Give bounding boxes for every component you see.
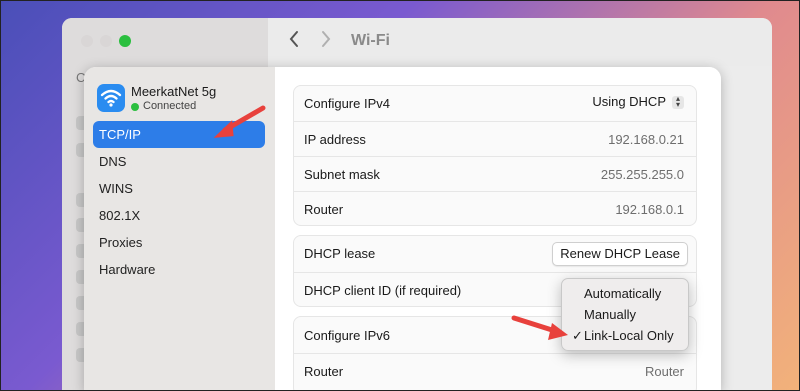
subnet-mask-value: 255.255.255.0	[600, 167, 684, 182]
configure-ipv4-value: Using DHCP	[592, 94, 666, 109]
network-status: Connected	[143, 100, 197, 112]
subnet-mask-label: Subnet mask	[304, 167, 380, 182]
ipv4-group: Configure IPv4 Using DHCP ▴ ▾ IP address 1…	[293, 85, 697, 226]
ipv6-router-row: Router Router	[294, 353, 696, 388]
connected-status-dot-icon	[131, 103, 139, 111]
annotation-arrow-icon	[511, 315, 568, 340]
minimize-window-button[interactable]	[100, 35, 112, 47]
chevron-left-icon	[289, 31, 298, 47]
menu-item-label: Link-Local Only	[584, 328, 674, 343]
wifi-icon	[97, 84, 125, 112]
router-row: Router 192.168.0.1	[294, 191, 696, 226]
sidebar-item-proxies[interactable]: Proxies	[93, 229, 265, 256]
renew-dhcp-lease-button[interactable]: Renew DHCP Lease	[552, 242, 688, 266]
sidebar-item-dns[interactable]: DNS	[93, 148, 265, 175]
maximize-window-button[interactable]	[119, 35, 131, 47]
window-title: Wi-Fi	[351, 32, 390, 49]
dhcp-lease-row: DHCP lease Renew DHCP Lease	[294, 236, 696, 271]
ip-address-value: 192.168.0.21	[608, 132, 684, 147]
network-name: MeerkatNet 5g	[131, 84, 217, 99]
sidebar-item-8021x[interactable]: 802.1X	[93, 202, 265, 229]
router-value: 192.168.0.1	[615, 202, 684, 217]
menu-item-label: Manually	[584, 307, 637, 322]
menu-item-label: Automatically	[584, 286, 662, 301]
configure-ipv4-select[interactable]: Using DHCP ▴ ▾	[592, 94, 684, 110]
window-toolbar	[268, 18, 772, 66]
configure-ipv6-menu: Automatically Manually ✓ Link-Local Only	[561, 278, 689, 351]
back-button[interactable]	[288, 30, 300, 54]
checkmark-icon: ✓	[572, 328, 583, 343]
subnet-mask-row: Subnet mask 255.255.255.0	[294, 156, 696, 191]
dhcp-client-id-label: DHCP client ID (if required)	[304, 283, 462, 298]
sidebar-item-hardware[interactable]: Hardware	[93, 256, 265, 283]
ip-address-label: IP address	[304, 132, 366, 147]
menu-item-link-local-only[interactable]: ✓ Link-Local Only	[562, 325, 688, 346]
chevron-right-icon	[322, 31, 331, 47]
ipv6-router-label: Router	[304, 364, 344, 379]
close-window-button[interactable]	[81, 35, 93, 47]
dhcp-lease-label: DHCP lease	[304, 246, 376, 261]
configure-ipv4-label: Configure IPv4	[304, 96, 390, 111]
updown-chevron-icon: ▴ ▾	[672, 95, 684, 110]
configure-ipv6-label: Configure IPv6	[304, 328, 390, 343]
ipv6-router-value: Router	[644, 364, 684, 379]
sidebar-item-wins[interactable]: WINS	[93, 175, 265, 202]
ip-address-row: IP address 192.168.0.21	[294, 121, 696, 156]
forward-button[interactable]	[320, 30, 332, 54]
menu-item-automatically[interactable]: Automatically	[562, 283, 688, 304]
menu-item-manually[interactable]: Manually	[562, 304, 688, 325]
router-label: Router	[304, 202, 344, 217]
annotation-arrow-icon	[213, 105, 266, 138]
configure-ipv4-row: Configure IPv4 Using DHCP ▴ ▾	[294, 86, 696, 121]
